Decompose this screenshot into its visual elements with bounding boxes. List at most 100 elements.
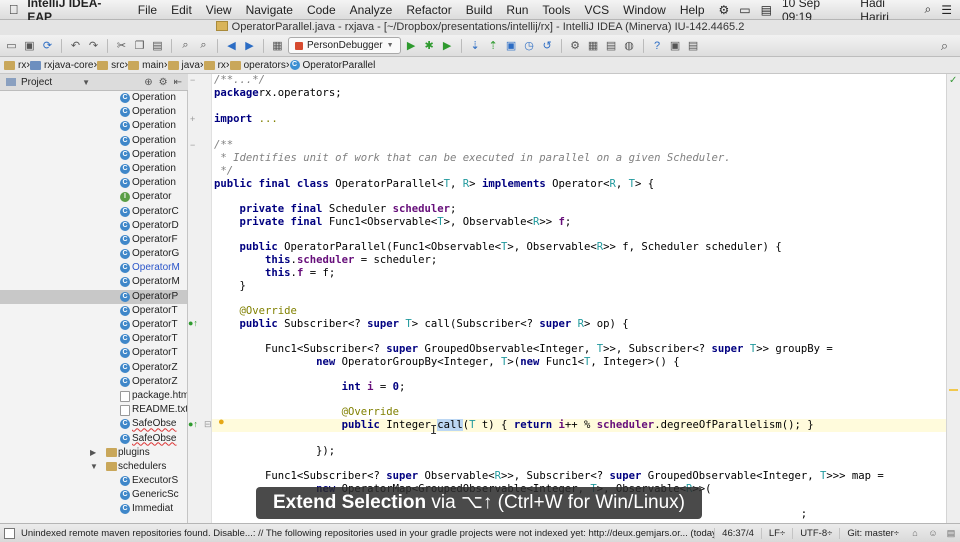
- code-line[interactable]: private final Scheduler scheduler;: [214, 203, 457, 216]
- tree-item[interactable]: C Operation: [0, 119, 187, 133]
- menu-build[interactable]: Build: [466, 3, 493, 17]
- copy-icon[interactable]: ❐: [132, 38, 147, 53]
- help-icon[interactable]: ?: [650, 38, 665, 53]
- make-icon[interactable]: ▦: [270, 38, 285, 53]
- line-separator[interactable]: LF÷: [760, 527, 792, 539]
- settings-icon[interactable]: ⚙: [568, 38, 583, 53]
- warning-marker[interactable]: [949, 389, 958, 391]
- code-line[interactable]: @Override: [214, 305, 297, 318]
- find-icon[interactable]: ⌕: [178, 38, 193, 53]
- error-stripe[interactable]: ✓: [946, 74, 960, 523]
- chevron-down-icon[interactable]: ▼: [90, 460, 98, 474]
- debug-icon[interactable]: ✱: [422, 38, 437, 53]
- tree-item[interactable]: C OperatorZ: [0, 375, 187, 389]
- caret-position[interactable]: 46:37/4: [714, 527, 761, 539]
- fold-icon[interactable]: −: [190, 75, 195, 85]
- code-editor[interactable]: /**...*/packagerx.operators; import ... /*…: [212, 74, 946, 523]
- project-structure-icon[interactable]: ▦: [586, 38, 601, 53]
- menu-refactor[interactable]: Refactor: [406, 3, 451, 17]
- battery-icon[interactable]: ▭: [739, 3, 750, 17]
- code-line[interactable]: /**...*/: [214, 74, 265, 87]
- tree-item[interactable]: C OperatorT: [0, 318, 187, 332]
- android-icon[interactable]: ◍: [622, 38, 637, 53]
- vcs-revert-icon[interactable]: ↺: [540, 38, 555, 53]
- tree-item[interactable]: C Immediat: [0, 502, 187, 516]
- breadcrumb-item[interactable]: main: [128, 60, 164, 71]
- cut-icon[interactable]: ✂: [114, 38, 129, 53]
- tree-item[interactable]: C GenericSc: [0, 488, 187, 502]
- vcs-commit-icon[interactable]: ⇡: [486, 38, 501, 53]
- menu-help[interactable]: Help: [680, 3, 705, 17]
- menu-vcs[interactable]: VCS: [584, 3, 609, 17]
- breadcrumb-item[interactable]: rx: [4, 60, 26, 71]
- replace-icon[interactable]: ⌕: [196, 38, 211, 53]
- save-icon[interactable]: ▣: [22, 38, 37, 53]
- tree-item[interactable]: C SafeObse: [0, 417, 187, 431]
- tree-item[interactable]: package.htm: [0, 389, 187, 403]
- code-line[interactable]: import ...: [214, 113, 278, 126]
- intention-bulb-icon[interactable]: ●: [218, 416, 225, 428]
- paste-icon[interactable]: ▤: [150, 38, 165, 53]
- tree-item[interactable]: C ExecutorS: [0, 474, 187, 488]
- code-line[interactable]: this.scheduler = scheduler;: [214, 254, 437, 267]
- tree-item[interactable]: C Operation: [0, 162, 187, 176]
- back-icon[interactable]: ◀: [224, 38, 239, 53]
- tree-item[interactable]: C OperatorZ: [0, 361, 187, 375]
- tree-item[interactable]: C SafeObse: [0, 432, 187, 446]
- breadcrumb-item[interactable]: rxjava-core: [30, 60, 93, 71]
- breadcrumb-item[interactable]: rx: [203, 60, 226, 71]
- code-line[interactable]: * Identifies unit of work that can be ex…: [214, 152, 730, 165]
- code-line[interactable]: Func1<Subscriber<? super Observable<R>>,…: [214, 470, 884, 483]
- tree-item[interactable]: C OperatorG: [0, 247, 187, 261]
- tree-item[interactable]: C Operation: [0, 134, 187, 148]
- tree-item[interactable]: C OperatorT: [0, 332, 187, 346]
- code-line[interactable]: Func1<Subscriber<? super GroupedObservab…: [214, 343, 833, 356]
- menu-tools[interactable]: Tools: [542, 3, 570, 17]
- menu-navigate[interactable]: Navigate: [246, 3, 293, 17]
- chevron-right-icon[interactable]: ▶: [90, 446, 96, 460]
- tree-item[interactable]: C Operation: [0, 105, 187, 119]
- tree-item[interactable]: C OperatorT: [0, 346, 187, 360]
- run-icon[interactable]: ▶: [404, 38, 419, 53]
- code-line[interactable]: packagerx.operators;: [214, 87, 342, 100]
- apple-icon[interactable]: : [0, 2, 27, 17]
- code-line[interactable]: /**: [214, 139, 233, 152]
- code-line-current[interactable]: public Integer call(T t) { return i++ % …: [212, 419, 946, 432]
- run-config-select[interactable]: PersonDebugger ▼: [288, 37, 401, 54]
- code-line[interactable]: public OperatorParallel(Func1<Observable…: [214, 241, 782, 254]
- search-icon[interactable]: ⌕: [925, 2, 932, 17]
- menu-view[interactable]: View: [206, 3, 232, 17]
- code-line[interactable]: public final class OperatorParallel<T, R…: [214, 178, 654, 191]
- code-line[interactable]: int i = 0;: [214, 381, 406, 394]
- tree-item[interactable]: C OperatorD: [0, 219, 187, 233]
- undo-icon[interactable]: ↶: [68, 38, 83, 53]
- breadcrumb-item[interactable]: src: [97, 60, 125, 71]
- code-line[interactable]: */: [214, 165, 233, 178]
- menu-window[interactable]: Window: [623, 3, 666, 17]
- menu-code[interactable]: Code: [307, 3, 336, 17]
- coverage-icon[interactable]: ▶: [440, 38, 455, 53]
- tree-item[interactable]: C OperatorP: [0, 289, 187, 304]
- project-tree[interactable]: C Operation C Operation C Operation C Operation…: [0, 91, 188, 523]
- code-line[interactable]: private final Func1<Observable<T>, Obser…: [214, 216, 572, 229]
- editor-gutter[interactable]: − + − ●↑ ●↑ ⊟: [188, 74, 212, 523]
- tree-item[interactable]: C OperatorM: [0, 261, 187, 275]
- tree-item[interactable]: C OperatorF: [0, 233, 187, 247]
- flag-icon[interactable]: ▤: [761, 3, 772, 17]
- list-icon[interactable]: ☰: [941, 3, 952, 17]
- presentation-icon[interactable]: ▣: [668, 38, 683, 53]
- tree-item[interactable]: C Operation: [0, 148, 187, 162]
- tree-item[interactable]: README.txt: [0, 403, 187, 417]
- tree-item[interactable]: C Operation: [0, 91, 187, 105]
- inspector-icon[interactable]: ☺: [928, 528, 938, 538]
- tree-item[interactable]: C OperatorC: [0, 205, 187, 219]
- gear-icon[interactable]: ⚙: [719, 3, 730, 17]
- code-line[interactable]: @Override: [214, 406, 399, 419]
- fold-icon[interactable]: ⊟: [204, 419, 212, 430]
- status-message[interactable]: Unindexed remote maven repositories foun…: [21, 528, 714, 539]
- chevron-down-icon[interactable]: ▼: [82, 78, 90, 87]
- search-everywhere-icon[interactable]: ⌕: [937, 38, 952, 53]
- code-line[interactable]: }: [214, 280, 246, 293]
- tree-item[interactable]: ▶ plugins: [0, 446, 187, 460]
- file-encoding[interactable]: UTF-8÷: [792, 527, 839, 539]
